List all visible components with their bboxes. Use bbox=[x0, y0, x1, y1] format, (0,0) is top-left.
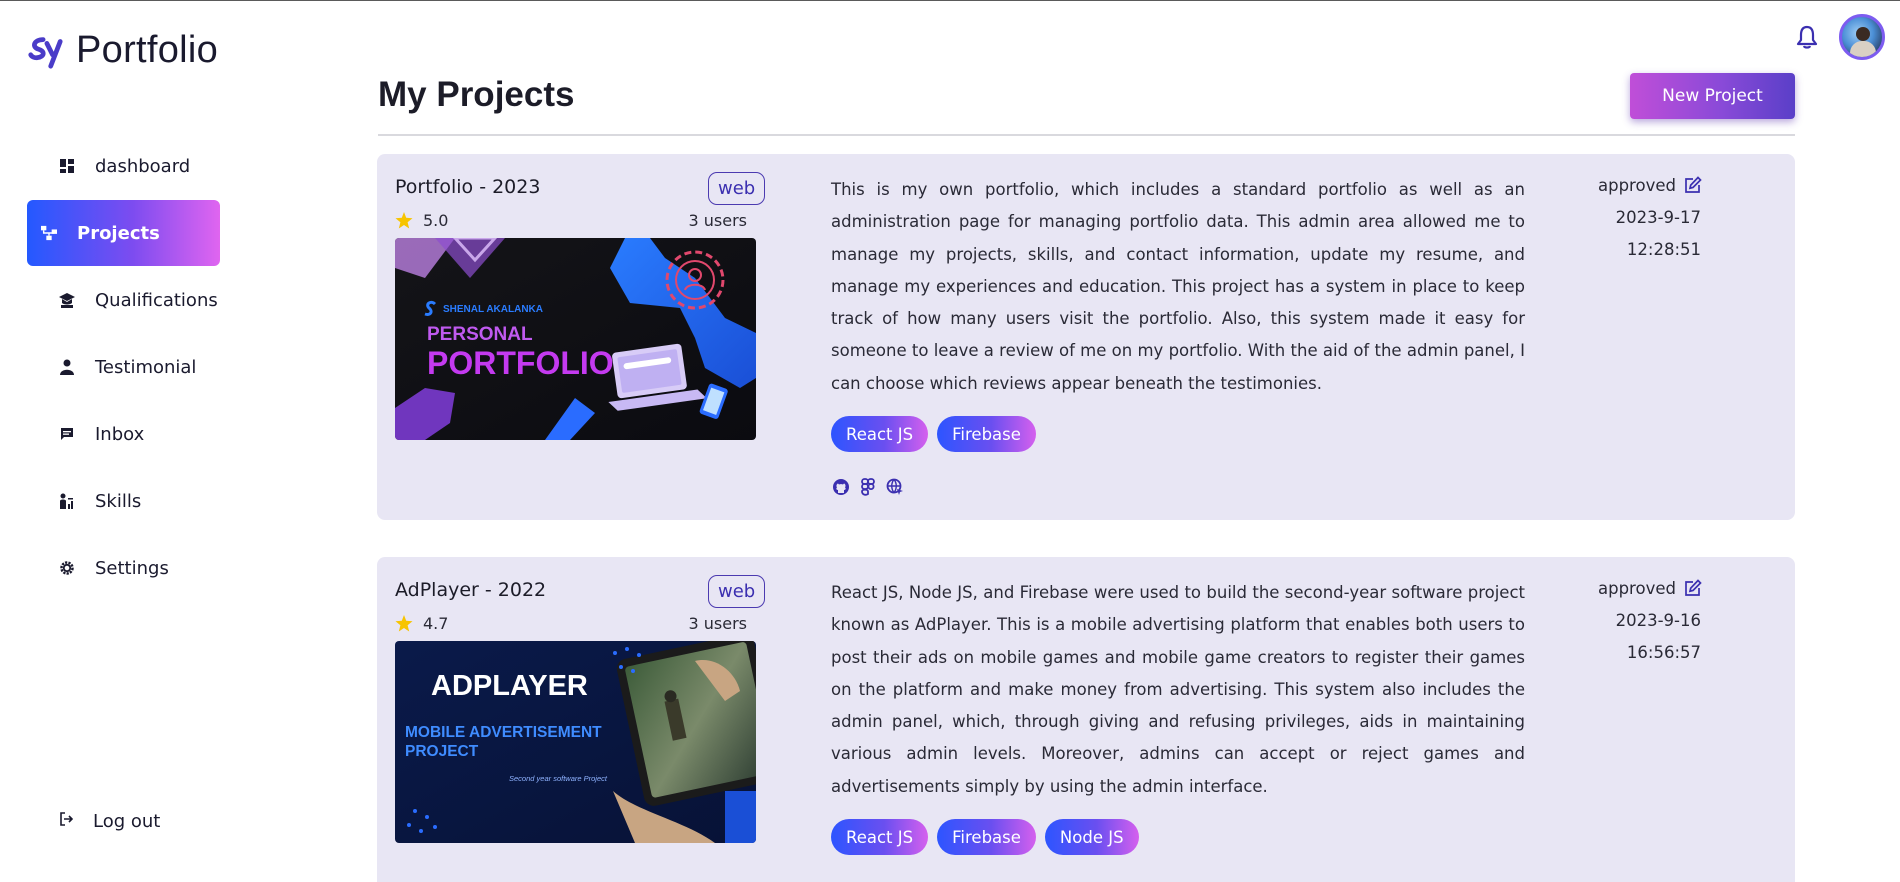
sidebar-item-inbox[interactable]: Inbox bbox=[27, 401, 220, 467]
project-time: 16:56:57 bbox=[1626, 643, 1701, 662]
project-users: 3 users bbox=[688, 211, 748, 230]
sidebar-item-label: Inbox bbox=[95, 423, 145, 445]
logout-button[interactable]: Log out bbox=[59, 811, 160, 832]
project-description: React JS, Node JS, and Firebase were use… bbox=[831, 583, 1525, 796]
thumb-line2: PORTFOLIO bbox=[427, 345, 614, 381]
thumb-brand: SHENAL AKALANKA bbox=[443, 304, 543, 315]
user-avatar[interactable] bbox=[1839, 14, 1885, 60]
rating-value: 4.7 bbox=[423, 614, 449, 633]
chat-icon bbox=[59, 426, 75, 442]
app-title: Portfolio bbox=[76, 29, 219, 71]
project-card: Portfolio - 2023 web 5.0 3 users SHENAL … bbox=[377, 154, 1795, 520]
graduation-icon bbox=[59, 292, 75, 308]
project-date: 2023-9-16 bbox=[1615, 611, 1701, 630]
logout-label: Log out bbox=[93, 811, 161, 832]
logo-icon bbox=[28, 36, 63, 69]
user-icon bbox=[59, 359, 75, 375]
figma-icon[interactable] bbox=[858, 477, 877, 496]
project-type-badge[interactable]: web bbox=[708, 172, 766, 205]
thumb-line1: ADPLAYER bbox=[431, 670, 588, 702]
sidebar-item-label: dashboard bbox=[95, 155, 191, 177]
thumb-caption: Second year software Project bbox=[509, 774, 608, 783]
status-label: approved bbox=[1598, 579, 1676, 598]
notification-bell-icon[interactable] bbox=[1796, 25, 1820, 51]
github-icon[interactable] bbox=[831, 477, 850, 496]
skills-icon bbox=[59, 493, 75, 509]
tech-tags: React JS Firebase Node JS bbox=[831, 819, 1139, 855]
web-link-icon[interactable] bbox=[885, 477, 904, 496]
page-title: My Projects bbox=[378, 75, 575, 114]
sidebar-item-label: Skills bbox=[95, 490, 142, 512]
sidebar-item-dashboard[interactable]: dashboard bbox=[27, 133, 220, 199]
sidebar-item-label: Settings bbox=[95, 557, 169, 579]
star-icon bbox=[395, 212, 413, 229]
project-type-badge[interactable]: web bbox=[708, 575, 766, 608]
tech-tag[interactable]: Firebase bbox=[937, 819, 1036, 855]
project-description: This is my own portfolio, which includes… bbox=[831, 180, 1525, 393]
project-date: 2023-9-17 bbox=[1615, 208, 1701, 227]
edit-icon[interactable] bbox=[1684, 579, 1703, 598]
project-thumbnail[interactable]: ADPLAYER MOBILE ADVERTISEMENT PROJECT Se… bbox=[395, 641, 756, 843]
sidebar-item-settings[interactable]: Settings bbox=[27, 535, 220, 601]
project-links bbox=[831, 477, 904, 496]
header-divider bbox=[378, 134, 1795, 136]
project-rating: 4.7 bbox=[395, 614, 448, 633]
project-title: Portfolio - 2023 bbox=[395, 176, 541, 198]
project-users: 3 users bbox=[688, 614, 748, 633]
edit-icon[interactable] bbox=[1684, 176, 1703, 195]
tech-tag[interactable]: Firebase bbox=[937, 416, 1036, 452]
project-time: 12:28:51 bbox=[1626, 240, 1701, 259]
project-title: AdPlayer - 2022 bbox=[395, 579, 547, 601]
project-thumbnail[interactable]: SHENAL AKALANKA PERSONAL PORTFOLIO bbox=[395, 238, 756, 440]
sidebar-nav: dashboard Projects Qualifications Testim… bbox=[27, 133, 220, 602]
logout-icon bbox=[59, 811, 74, 832]
project-status: approved bbox=[1598, 579, 1703, 598]
dashboard-icon bbox=[59, 158, 75, 174]
thumb-line2: MOBILE ADVERTISEMENT bbox=[405, 724, 602, 741]
tech-tag[interactable]: Node JS bbox=[1044, 819, 1139, 855]
thumb-line1: PERSONAL bbox=[427, 324, 533, 345]
sidebar-item-label: Projects bbox=[77, 222, 160, 244]
tech-tag[interactable]: React JS bbox=[831, 416, 929, 452]
gear-icon bbox=[59, 560, 75, 576]
project-rating: 5.0 bbox=[395, 211, 448, 230]
star-icon bbox=[395, 615, 413, 632]
tech-tags: React JS Firebase bbox=[831, 416, 1036, 452]
projects-icon bbox=[41, 225, 57, 241]
sidebar-item-skills[interactable]: Skills bbox=[27, 468, 220, 534]
app-logo[interactable]: Portfolio bbox=[26, 29, 218, 72]
sidebar-item-qualifications[interactable]: Qualifications bbox=[27, 267, 220, 333]
thumb-line3: PROJECT bbox=[405, 743, 479, 760]
new-project-button[interactable]: New Project bbox=[1630, 73, 1795, 119]
project-status: approved bbox=[1598, 176, 1703, 195]
rating-value: 5.0 bbox=[423, 211, 449, 230]
tech-tag[interactable]: React JS bbox=[831, 819, 929, 855]
sidebar-item-label: Testimonial bbox=[95, 356, 197, 378]
project-card: AdPlayer - 2022 web 4.7 3 users ADPLAYER… bbox=[377, 557, 1795, 882]
sidebar-item-label: Qualifications bbox=[95, 289, 218, 311]
sidebar-item-testimonial[interactable]: Testimonial bbox=[27, 334, 220, 400]
status-label: approved bbox=[1598, 176, 1676, 195]
sidebar-item-projects[interactable]: Projects bbox=[27, 200, 220, 266]
